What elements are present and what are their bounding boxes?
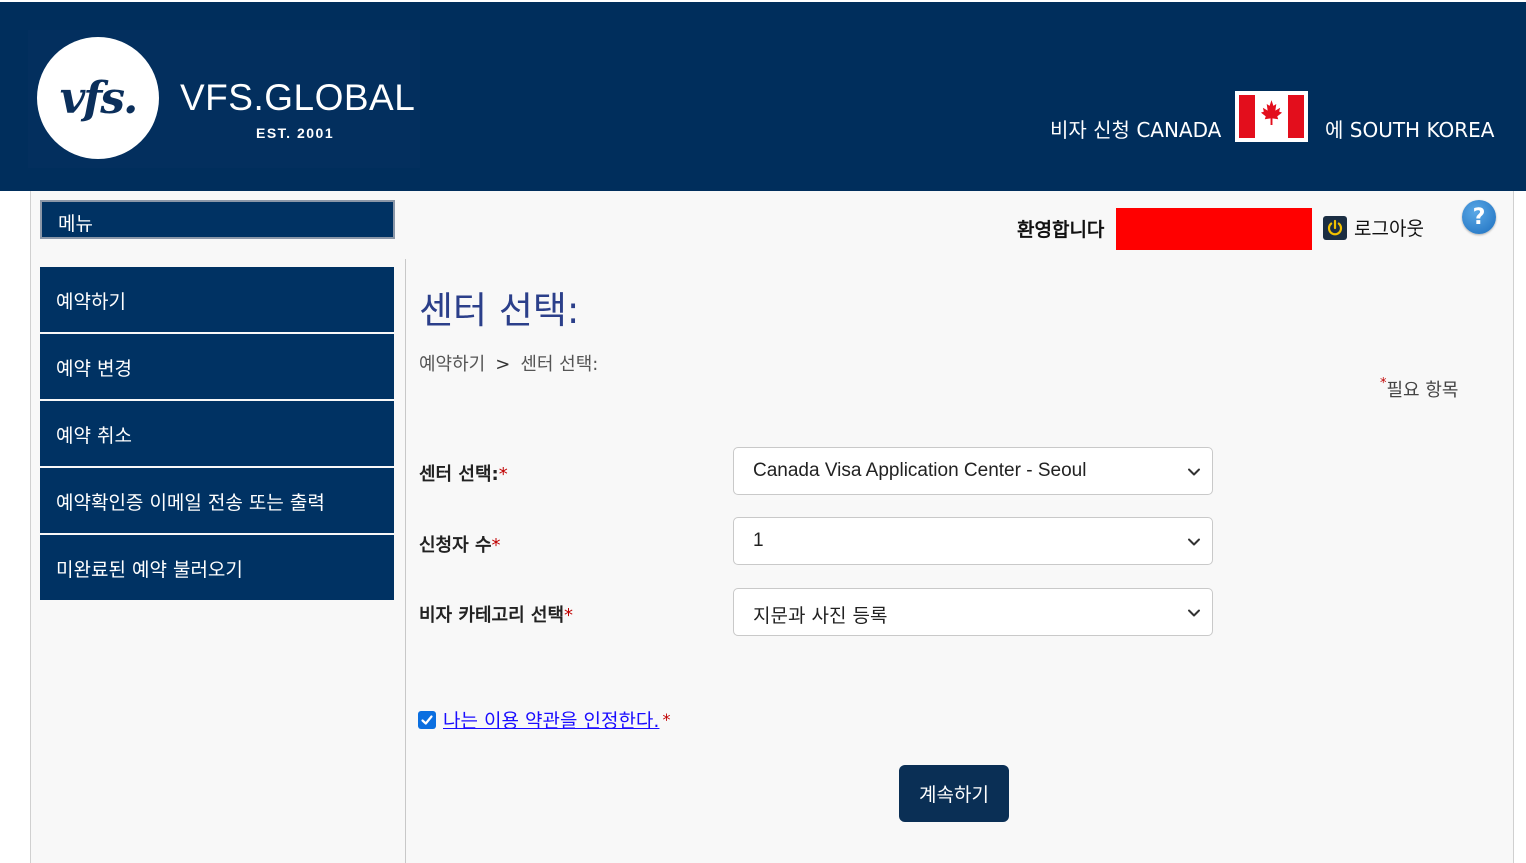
site-header: vfs. VFS.GLOBAL EST. 2001 비자 신청 CANADA 에… <box>0 0 1526 191</box>
column-divider <box>405 259 406 863</box>
logo-est: EST. 2001 <box>256 125 335 141</box>
continue-button[interactable]: 계속하기 <box>899 765 1009 822</box>
required-fields-note: *필요 항목 <box>1380 376 1458 402</box>
required-star: * <box>498 464 508 485</box>
breadcrumb: 예약하기 > 센터 선택: <box>419 350 598 376</box>
flag-left-band <box>1239 95 1255 138</box>
visa-country-label: 비자 신청 CANADA <box>1050 118 1222 142</box>
help-icon[interactable]: ? <box>1462 200 1496 234</box>
applicants-count-label: 신청자 수* <box>419 531 501 557</box>
header-top-border <box>0 0 1526 2</box>
category-select-value: 지문과 사진 등록 <box>753 605 888 627</box>
breadcrumb-item-current: 센터 선택: <box>520 354 599 375</box>
category-label-text: 비자 카테고리 선택 <box>419 605 565 626</box>
logo-name: VFS.GLOBAL <box>180 77 416 118</box>
breadcrumb-separator: > <box>495 354 511 375</box>
applying-from-country: 에 SOUTH KOREA <box>1325 118 1495 142</box>
required-note-label: 필요 항목 <box>1386 380 1459 401</box>
canada-flag-icon <box>1235 91 1308 142</box>
visa-category-select[interactable]: 지문과 사진 등록 <box>733 588 1213 636</box>
chevron-down-icon <box>1188 468 1200 476</box>
center-label-text: 센터 선택: <box>419 464 499 485</box>
chevron-down-icon <box>1188 538 1200 546</box>
center-select[interactable]: Canada Visa Application Center - Seoul <box>733 447 1213 495</box>
logout-label: 로그아웃 <box>1354 218 1424 240</box>
logout-link[interactable]: 로그아웃 <box>1323 214 1424 241</box>
maple-leaf-icon <box>1260 100 1283 126</box>
checkmark-icon <box>421 714 433 725</box>
applicants-select-value: 1 <box>753 530 764 551</box>
center-select-value: Canada Visa Application Center - Seoul <box>753 460 1087 481</box>
required-star: * <box>491 535 501 556</box>
vfs-logo[interactable]: vfs. VFS.GLOBAL EST. 2001 <box>28 30 420 168</box>
sidebar-item-book-appointment[interactable]: 예약하기 <box>40 267 394 332</box>
applicants-label-text: 신청자 수 <box>419 535 492 556</box>
sidebar-item-cancel[interactable]: 예약 취소 <box>40 401 394 466</box>
visa-category-label: 비자 카테고리 선택* <box>419 601 573 627</box>
breadcrumb-item-book[interactable]: 예약하기 <box>419 354 485 375</box>
sidebar-item-print-confirmation[interactable]: 예약확인증 이메일 전송 또는 출력 <box>40 468 394 533</box>
sidebar-item-reschedule[interactable]: 예약 변경 <box>40 334 394 399</box>
menu-title: 메뉴 <box>40 200 395 239</box>
welcome-text: 환영합니다 <box>1017 219 1105 241</box>
redacted-username <box>1116 208 1312 250</box>
power-icon <box>1323 215 1347 240</box>
required-star: * <box>564 605 574 626</box>
terms-link[interactable]: 나는 이용 약관을 인정한다. <box>443 706 659 733</box>
chevron-down-icon <box>1188 609 1200 617</box>
sidebar-menu: 예약하기 예약 변경 예약 취소 예약확인증 이메일 전송 또는 출력 미완료된… <box>40 267 394 602</box>
sidebar-item-resume-booking[interactable]: 미완료된 예약 불러오기 <box>40 535 394 600</box>
applicants-count-select[interactable]: 1 <box>733 517 1213 565</box>
center-select-label: 센터 선택:* <box>419 460 508 486</box>
terms-agreement: 나는 이용 약관을 인정한다. * <box>418 706 670 733</box>
page-title: 센터 선택: <box>419 289 580 332</box>
flag-right-band <box>1288 95 1304 138</box>
terms-checkbox[interactable] <box>418 710 436 729</box>
logo-mark: vfs. <box>37 37 159 159</box>
required-star: * <box>662 710 671 729</box>
